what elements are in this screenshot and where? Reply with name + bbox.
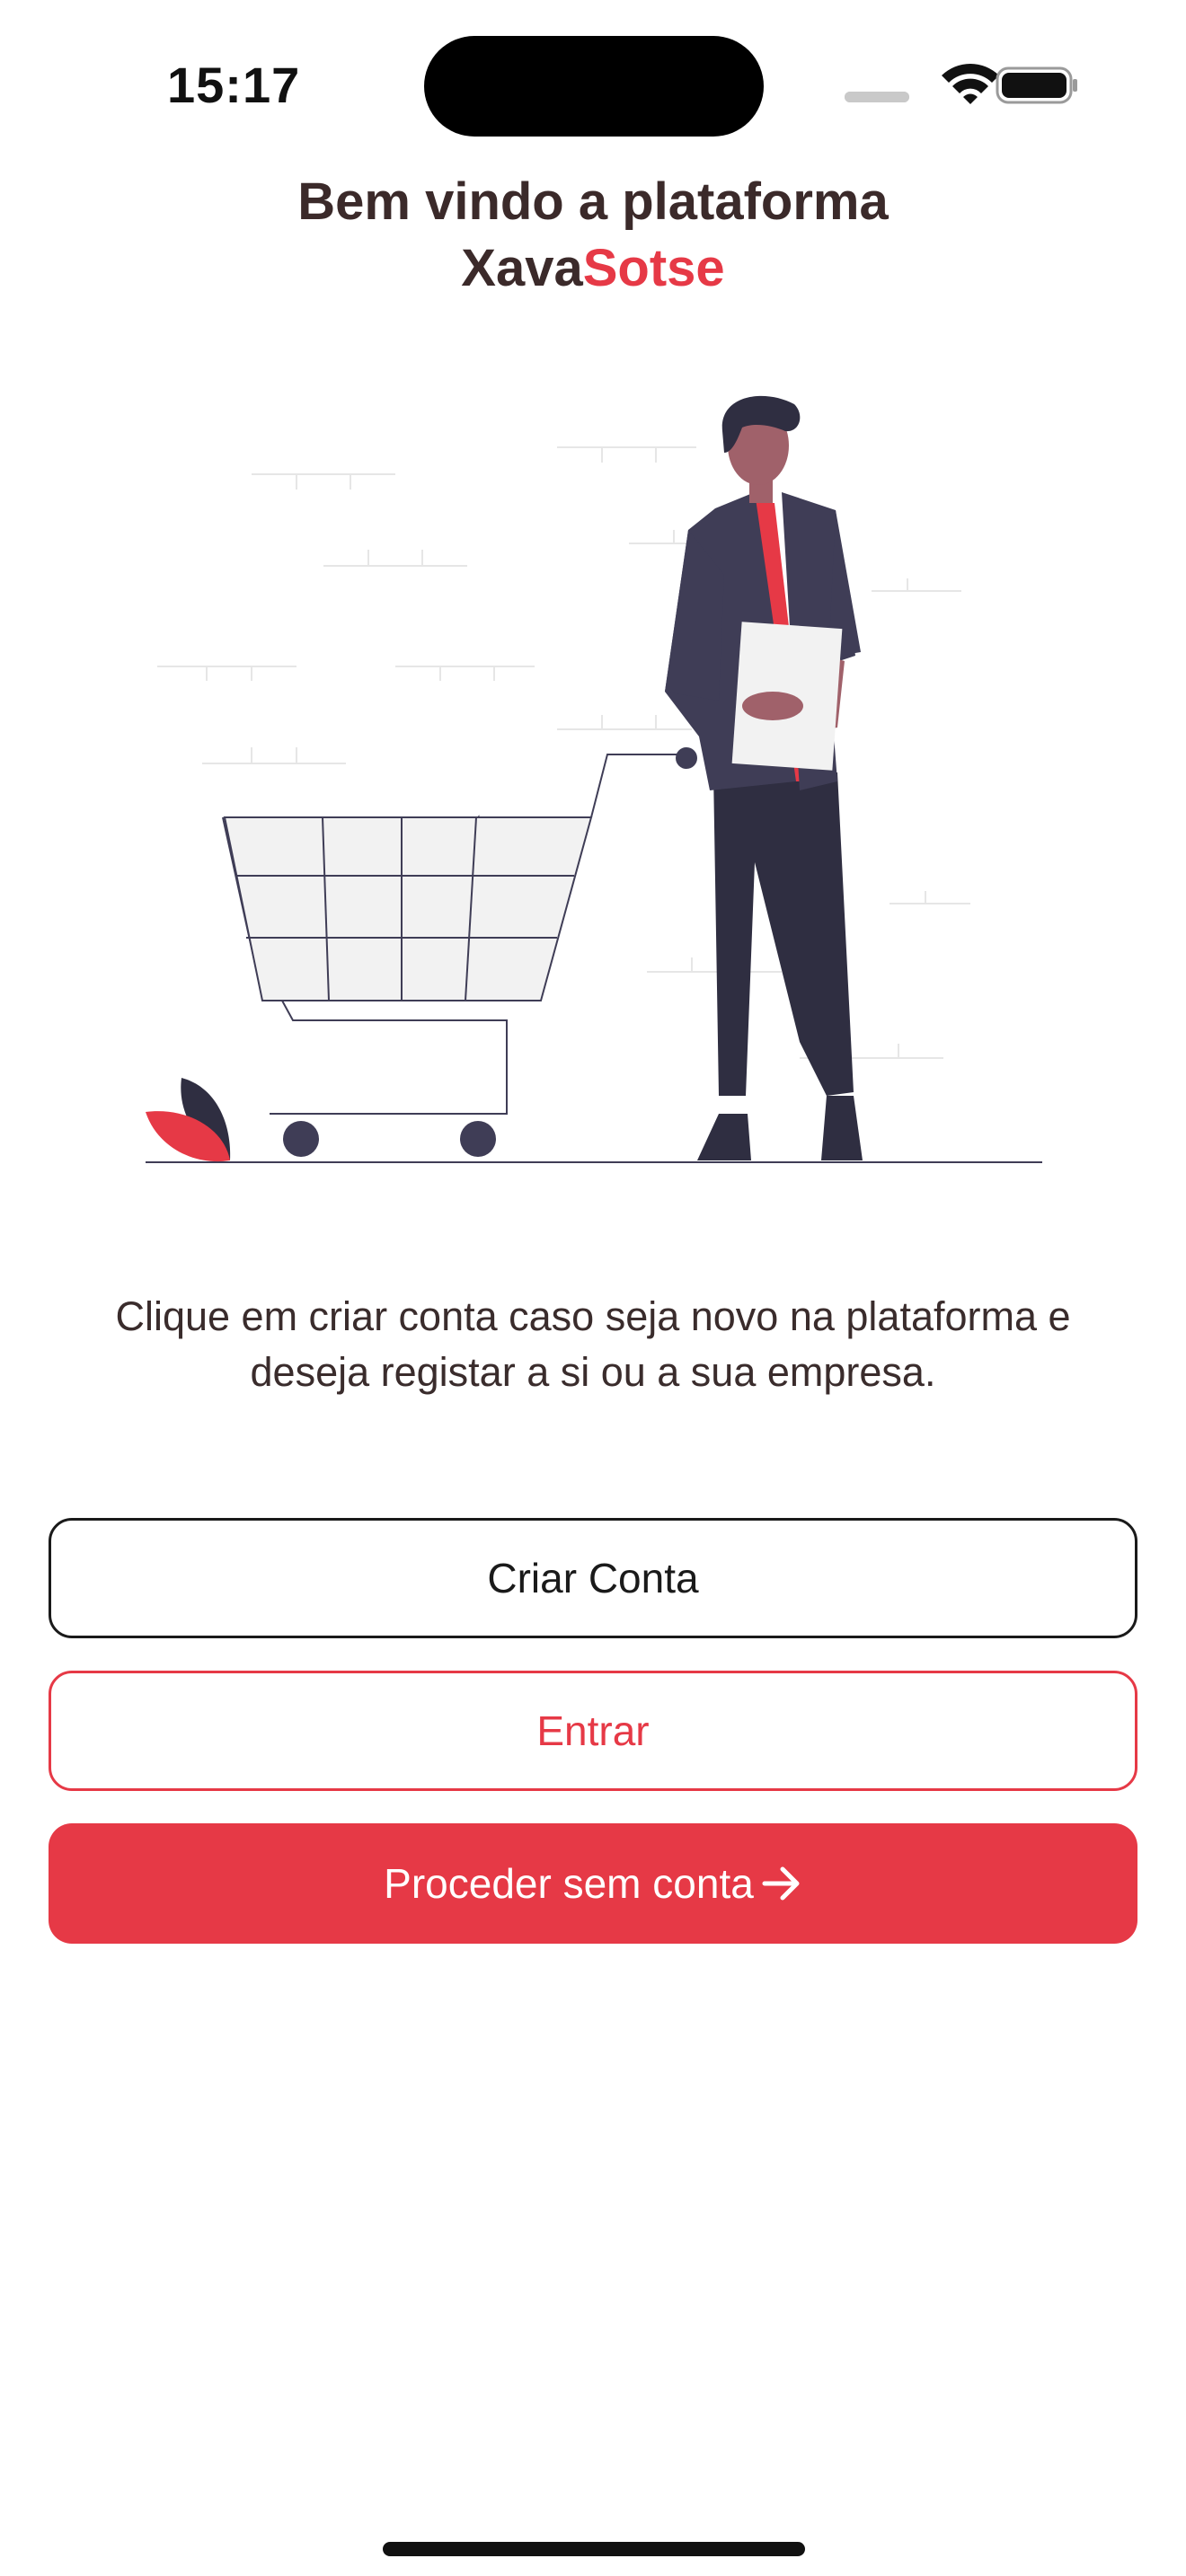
brand-name-part1: Xava bbox=[461, 239, 583, 297]
home-indicator[interactable] bbox=[383, 2542, 805, 2556]
create-account-label: Criar Conta bbox=[487, 1555, 699, 1601]
welcome-title-line: Bem vindo a plataforma bbox=[297, 172, 889, 231]
login-button[interactable]: Entrar bbox=[49, 1671, 1137, 1791]
intro-description: Clique em criar conta caso seja novo na … bbox=[115, 1293, 1071, 1395]
login-label: Entrar bbox=[536, 1707, 650, 1754]
create-account-button[interactable]: Criar Conta bbox=[49, 1518, 1137, 1638]
shopping-cart-person-illustration bbox=[135, 395, 1060, 1177]
welcome-title: Bem vindo a plataforma XavaSotse bbox=[0, 169, 1186, 302]
brand-name: XavaSotse bbox=[0, 235, 1186, 302]
brand-name-part2: Sotse bbox=[582, 239, 725, 297]
arrow-right-icon bbox=[762, 1866, 800, 1901]
shopping-cart-icon bbox=[222, 754, 686, 1115]
status-bar: 15:17 bbox=[0, 0, 1186, 137]
proceed-without-account-button[interactable]: Proceder sem conta bbox=[49, 1823, 1137, 1944]
proceed-label: Proceder sem conta bbox=[384, 1860, 754, 1907]
wifi-icon bbox=[942, 64, 999, 104]
person-figure bbox=[665, 395, 863, 1160]
battery-icon bbox=[996, 66, 1077, 104]
cart-wheel bbox=[460, 1121, 496, 1157]
cart-wheel bbox=[283, 1121, 319, 1157]
status-icons bbox=[836, 56, 1078, 110]
status-time: 15:17 bbox=[167, 57, 301, 113]
signal-icon bbox=[845, 92, 909, 102]
leaf-icon bbox=[146, 1078, 231, 1162]
dynamic-island bbox=[424, 36, 764, 137]
cart-handle-knob bbox=[676, 747, 697, 769]
